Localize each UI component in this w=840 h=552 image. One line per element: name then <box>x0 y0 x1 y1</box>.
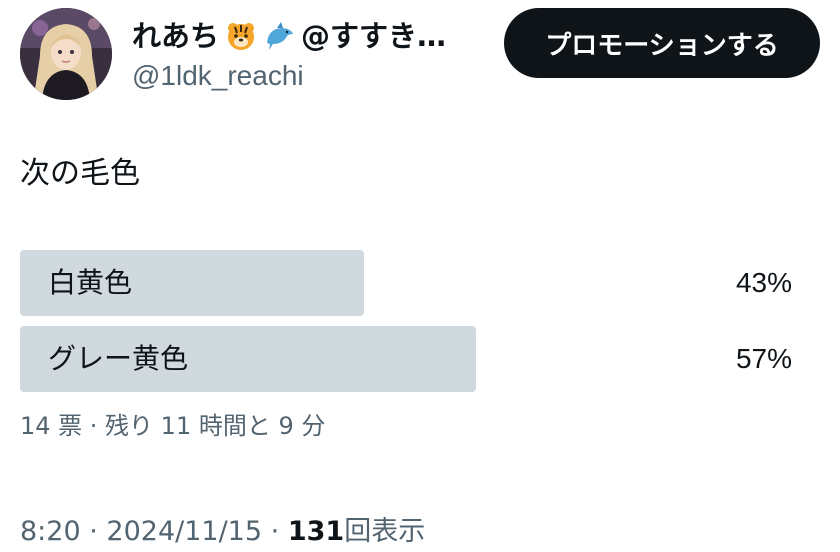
tweet-time[interactable]: 8:20 <box>20 516 81 547</box>
footer-separator: · <box>270 516 280 547</box>
tweet-text: 次の毛色 <box>20 156 140 191</box>
dolphin-icon <box>263 20 295 52</box>
tweet-header: れあち @すすき… @1ldk_reachi プロモーションする <box>20 8 820 100</box>
poll-status: 14 票 · 残り 11 時間と 9 分 <box>20 412 326 440</box>
tweet-date[interactable]: 2024/11/15 <box>106 516 262 547</box>
footer-separator: · <box>89 516 98 547</box>
tiger-face-icon <box>225 20 257 52</box>
author-display-name[interactable]: れあち @すすき… <box>132 16 472 56</box>
poll-option: グレー黄色 57% <box>20 326 796 392</box>
tweet-footer: 8:20 · 2024/11/15 · 131回表示 <box>20 512 425 552</box>
poll-option-label: グレー黄色 <box>48 342 189 375</box>
poll-option-label: 白黄色 <box>48 266 133 299</box>
poll: 白黄色 43% グレー黄色 57% <box>20 250 796 402</box>
author-block: れあち @すすき… @1ldk_reachi <box>132 16 472 94</box>
display-name-text: れあち <box>132 19 220 53</box>
poll-option: 白黄色 43% <box>20 250 796 316</box>
display-name-suffix: @すすき… <box>301 19 447 53</box>
poll-option-percent: 43% <box>735 267 792 298</box>
promote-button[interactable]: プロモーションする <box>504 8 820 78</box>
avatar[interactable] <box>20 8 112 100</box>
poll-option-percent: 57% <box>735 343 792 374</box>
avatar-image <box>20 8 112 100</box>
views-label[interactable]: 回表示 <box>344 516 425 547</box>
views-count[interactable]: 131 <box>288 516 344 547</box>
author-handle[interactable]: @1ldk_reachi <box>132 58 472 94</box>
